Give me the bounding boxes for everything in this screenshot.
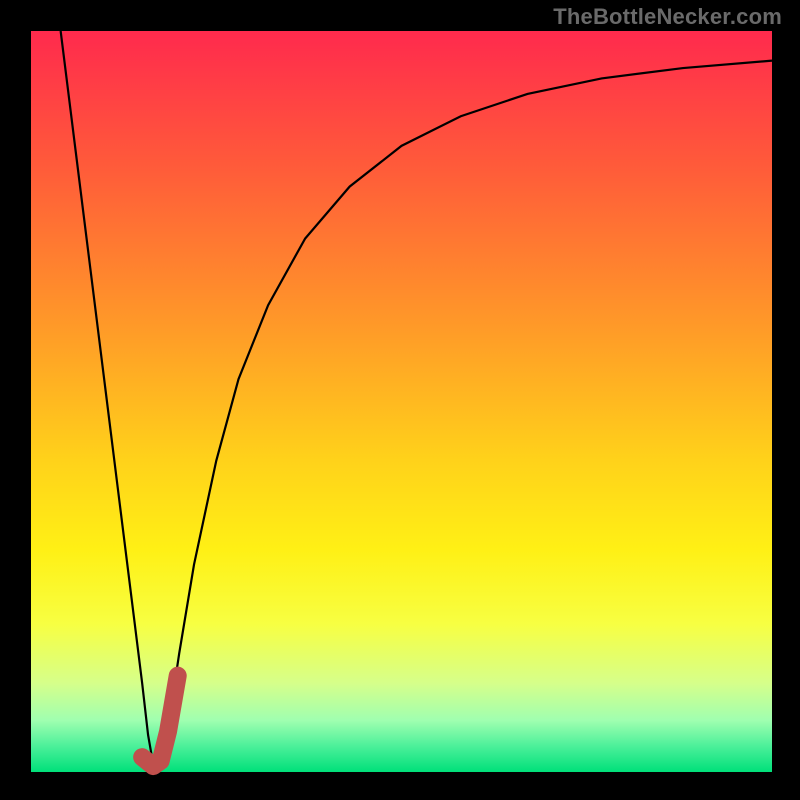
bottleneck-chart [0,0,800,800]
chart-container: TheBottleNecker.com [0,0,800,800]
plot-background [31,31,772,772]
